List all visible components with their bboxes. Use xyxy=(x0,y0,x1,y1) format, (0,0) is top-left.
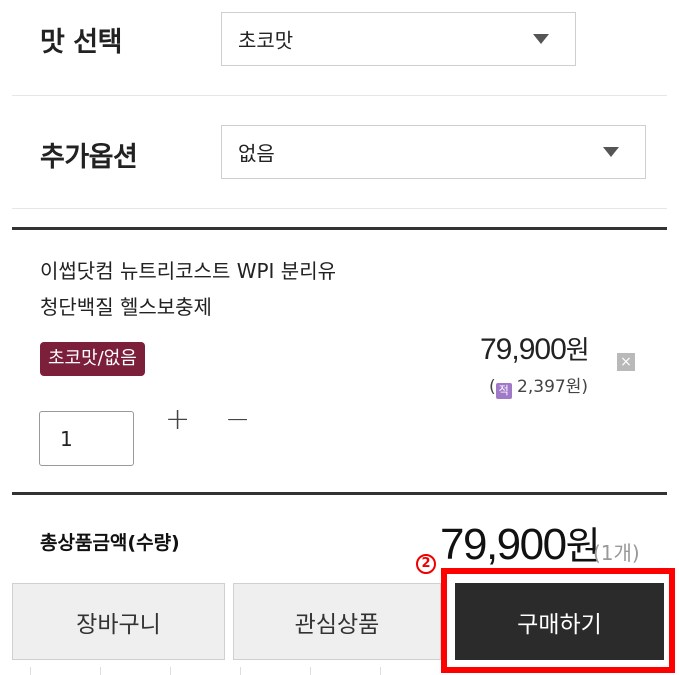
total-price: 79,900원 xyxy=(440,515,601,570)
tick-mark xyxy=(240,667,241,675)
cart-button[interactable]: 장바구니 xyxy=(12,583,225,660)
extra-option-label: 추가옵션 xyxy=(40,142,138,173)
flavor-option-label: 맛 선택 xyxy=(40,27,122,58)
tick-mark xyxy=(100,667,101,675)
wishlist-button-label: 관심상품 xyxy=(294,611,380,638)
tick-mark xyxy=(380,667,381,675)
quantity-input[interactable]: 1 xyxy=(39,411,134,466)
extra-select-value: 없음 xyxy=(238,141,275,166)
extra-option-select[interactable]: 없음 xyxy=(221,125,646,179)
item-price: 79,900원 xyxy=(480,330,590,367)
buy-button-highlight xyxy=(441,568,675,673)
product-name-line1: 이썹닷컴 뉴트리코스트 WPI 분리유 xyxy=(40,259,337,283)
quantity-minus-button[interactable]: − xyxy=(225,402,250,437)
cart-button-label: 장바구니 xyxy=(76,611,161,638)
chevron-down-icon xyxy=(603,147,619,157)
total-quantity: (1개) xyxy=(593,541,640,565)
product-name-line2: 청단백질 헬스보충제 xyxy=(40,295,212,319)
flavor-select[interactable]: 초코맛 xyxy=(221,12,576,66)
wishlist-button[interactable]: 관심상품 xyxy=(233,583,441,660)
selected-item-top-border xyxy=(12,227,667,230)
item-price-unit: 원 xyxy=(565,335,590,365)
tick-mark xyxy=(170,667,171,675)
tick-mark xyxy=(30,667,31,675)
quantity-plus-button[interactable]: + xyxy=(165,402,190,437)
divider xyxy=(12,95,667,96)
reward-points: (적 2,397원) xyxy=(489,372,588,399)
tick-mark xyxy=(310,667,311,675)
remove-item-close-icon[interactable]: × xyxy=(617,353,635,371)
annotation-marker: 2 xyxy=(416,554,436,574)
item-price-value: 79,900 xyxy=(480,333,567,366)
total-section-border xyxy=(12,492,667,495)
flavor-select-value: 초코맛 xyxy=(238,28,294,53)
points-open-paren: ( xyxy=(489,377,496,397)
quantity-value: 1 xyxy=(60,426,73,451)
points-value: 2,397원) xyxy=(517,377,588,397)
points-icon: 적 xyxy=(495,383,512,399)
selected-option-badge: 초코맛/없음 xyxy=(40,342,145,376)
total-label: 총상품금액(수량) xyxy=(40,532,180,554)
divider xyxy=(12,208,667,209)
chevron-down-icon xyxy=(533,34,549,44)
total-price-value: 79,900 xyxy=(440,520,567,569)
